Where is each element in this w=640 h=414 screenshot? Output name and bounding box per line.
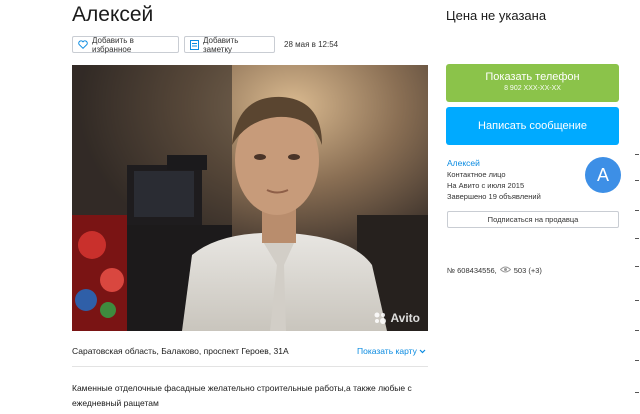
add-to-favorites-label: Добавить в избранное (92, 35, 134, 54)
avatar[interactable]: A (585, 157, 621, 193)
seller-completed-ads: Завершено 19 объявлений (447, 192, 541, 201)
seller-role: Контактное лицо (447, 170, 506, 179)
note-icon (190, 39, 199, 50)
add-note-button[interactable]: Добавить заметку (184, 35, 275, 54)
scrollbar-edge (632, 0, 640, 414)
add-to-favorites-button[interactable]: Добавить в избранное (72, 35, 179, 54)
listing-address: Саратовская область, Балаково, проспект … (72, 346, 289, 356)
seller-name-link[interactable]: Алексей (447, 158, 541, 169)
show-phone-label: Показать телефон (485, 71, 580, 83)
write-message-label: Написать сообщение (478, 120, 587, 132)
listing-title: Алексей (72, 3, 154, 26)
subscribe-seller-label: Подписаться на продавца (487, 215, 579, 224)
photo-watermark: Avito (373, 311, 420, 325)
subscribe-seller-button[interactable]: Подписаться на продавца (447, 211, 619, 228)
price: Цена не указана (446, 8, 547, 23)
add-note-label: Добавить заметку (203, 35, 239, 54)
show-map-link[interactable]: Показать карту (357, 346, 426, 356)
seller-info: Алексей Контактное лицо На Авито с июля … (447, 158, 541, 202)
ad-number: № 608434556, (447, 266, 497, 275)
watermark-text: Avito (390, 311, 420, 325)
avito-logo-icon (373, 311, 387, 325)
show-phone-button[interactable]: Показать телефон 8 902 XXX-XX-XX (446, 64, 619, 102)
show-map-label: Показать карту (357, 346, 417, 356)
listing-description: Каменные отделочные фасадные желательно … (72, 383, 412, 408)
heart-icon (78, 40, 88, 49)
divider (72, 366, 428, 367)
ad-meta: № 608434556, 503 (+3) (447, 266, 542, 275)
eye-icon (499, 266, 511, 275)
listing-photo[interactable]: Avito (72, 65, 428, 331)
listing-photo-image (72, 65, 428, 331)
masked-phone: 8 902 XXX-XX-XX (504, 85, 561, 92)
view-count: 503 (+3) (513, 266, 542, 275)
publish-date: 28 мая в 12:54 (284, 40, 339, 49)
seller-member-since: На Авито с июля 2015 (447, 181, 525, 190)
write-message-button[interactable]: Написать сообщение (446, 107, 619, 145)
chevron-down-icon (419, 346, 426, 356)
